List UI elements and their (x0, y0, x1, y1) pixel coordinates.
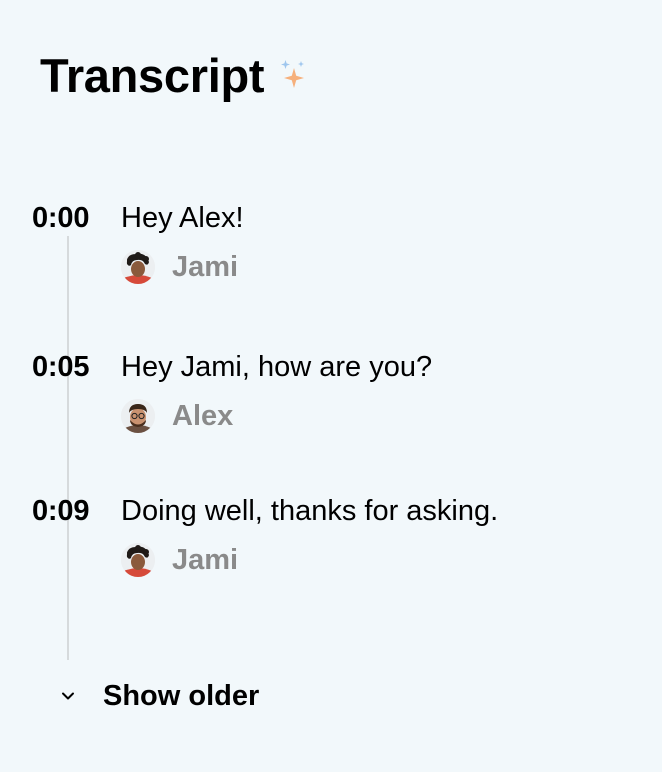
show-older-button[interactable]: Show older (58, 676, 259, 716)
transcript-entry[interactable]: 0:09 Doing well, thanks for asking. Jami (0, 491, 662, 577)
speaker: Jami (121, 541, 238, 579)
timestamp[interactable]: 0:05 (32, 347, 89, 387)
message-text: Doing well, thanks for asking. (121, 495, 499, 527)
message-text: Hey Alex! (121, 202, 244, 234)
avatar-alex (121, 399, 155, 433)
timeline-line (67, 236, 69, 660)
speaker: Alex (121, 397, 233, 435)
sparkle-icon (280, 58, 308, 94)
timestamp[interactable]: 0:09 (32, 491, 89, 531)
transcript-header: Transcript (40, 52, 308, 99)
speaker-name: Jami (172, 251, 239, 283)
avatar-jami (121, 250, 155, 284)
page-title: Transcript (40, 49, 265, 102)
show-older-label: Show older (103, 680, 260, 712)
message-text: Hey Jami, how are you? (121, 351, 433, 383)
transcript-entry[interactable]: 0:00 Hey Alex! Jami (0, 198, 662, 284)
speaker: Jami (121, 248, 238, 286)
speaker-name: Alex (172, 400, 234, 432)
transcript-entry[interactable]: 0:05 Hey Jami, how are you? Alex (0, 347, 662, 433)
speaker-name: Jami (172, 544, 239, 576)
timestamp[interactable]: 0:00 (32, 198, 89, 238)
avatar-jami (121, 543, 155, 577)
chevron-down-icon (58, 686, 78, 706)
